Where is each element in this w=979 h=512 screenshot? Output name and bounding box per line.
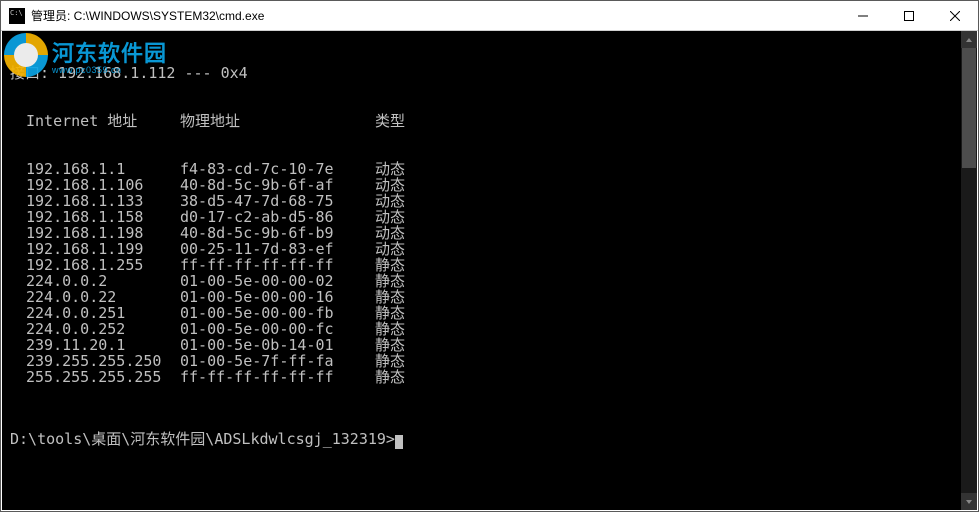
arp-type: 动态	[375, 241, 405, 257]
arp-row: 224.0.0.201-00-5e-00-00-02静态	[10, 273, 977, 289]
close-button[interactable]	[932, 1, 978, 30]
arp-mac: 38-d5-47-7d-68-75	[180, 193, 375, 209]
arp-row: 224.0.0.2201-00-5e-00-00-16静态	[10, 289, 977, 305]
terminal-output: 接口: 192.168.1.112 --- 0x4 Internet 地址物理地…	[2, 31, 977, 510]
arp-row: 239.11.20.101-00-5e-0b-14-01静态	[10, 337, 977, 353]
minimize-button[interactable]	[840, 1, 886, 30]
arp-ip: 224.0.0.252	[10, 321, 180, 337]
arp-mac: f4-83-cd-7c-10-7e	[180, 161, 375, 177]
scroll-down-button[interactable]	[961, 493, 977, 510]
arp-row: 192.168.1.158d0-17-c2-ab-d5-86动态	[10, 209, 977, 225]
arp-mac: 01-00-5e-00-00-16	[180, 289, 375, 305]
arp-rows: 192.168.1.1f4-83-cd-7c-10-7e动态192.168.1.…	[10, 161, 977, 385]
arp-type: 动态	[375, 161, 405, 177]
arp-mac: 01-00-5e-00-00-02	[180, 273, 375, 289]
window-controls	[840, 1, 978, 30]
arp-header-ip: Internet 地址	[10, 113, 180, 129]
arp-type: 静态	[375, 353, 405, 369]
arp-row: 192.168.1.19840-8d-5c-9b-6f-b9动态	[10, 225, 977, 241]
arp-ip: 192.168.1.106	[10, 177, 180, 193]
arp-ip: 192.168.1.133	[10, 193, 180, 209]
arp-mac: 01-00-5e-00-00-fc	[180, 321, 375, 337]
arp-type: 动态	[375, 193, 405, 209]
cmd-window: 管理员: C:\WINDOWS\SYSTEM32\cmd.exe 接口: 192…	[0, 0, 979, 512]
arp-mac: ff-ff-ff-ff-ff-ff	[180, 369, 375, 385]
titlebar[interactable]: 管理员: C:\WINDOWS\SYSTEM32\cmd.exe	[1, 1, 978, 31]
arp-row: 192.168.1.13338-d5-47-7d-68-75动态	[10, 193, 977, 209]
arp-header-row: Internet 地址物理地址类型	[10, 113, 977, 129]
maximize-button[interactable]	[886, 1, 932, 30]
scroll-up-button[interactable]	[961, 31, 977, 48]
arp-ip: 192.168.1.199	[10, 241, 180, 257]
arp-mac: 40-8d-5c-9b-6f-b9	[180, 225, 375, 241]
arp-header-type: 类型	[375, 113, 405, 129]
arp-row: 192.168.1.255ff-ff-ff-ff-ff-ff静态	[10, 257, 977, 273]
arp-type: 静态	[375, 321, 405, 337]
arp-ip: 255.255.255.255	[10, 369, 180, 385]
arp-type: 静态	[375, 337, 405, 353]
arp-ip: 224.0.0.22	[10, 289, 180, 305]
arp-ip: 224.0.0.251	[10, 305, 180, 321]
arp-ip: 224.0.0.2	[10, 273, 180, 289]
arp-ip: 192.168.1.198	[10, 225, 180, 241]
arp-mac: 01-00-5e-0b-14-01	[180, 337, 375, 353]
arp-ip: 239.255.255.250	[10, 353, 180, 369]
scroll-track[interactable]	[961, 48, 977, 493]
arp-ip: 239.11.20.1	[10, 337, 180, 353]
arp-mac: 01-00-5e-00-00-fb	[180, 305, 375, 321]
arp-type: 动态	[375, 209, 405, 225]
arp-mac: 01-00-5e-7f-ff-fa	[180, 353, 375, 369]
arp-type: 动态	[375, 177, 405, 193]
arp-row: 224.0.0.25201-00-5e-00-00-fc静态	[10, 321, 977, 337]
arp-ip: 192.168.1.255	[10, 257, 180, 273]
arp-type: 静态	[375, 289, 405, 305]
terminal-client-area[interactable]: 接口: 192.168.1.112 --- 0x4 Internet 地址物理地…	[2, 31, 977, 510]
arp-mac: ff-ff-ff-ff-ff-ff	[180, 257, 375, 273]
arp-mac: 00-25-11-7d-83-ef	[180, 241, 375, 257]
arp-mac: 40-8d-5c-9b-6f-af	[180, 177, 375, 193]
arp-ip: 192.168.1.1	[10, 161, 180, 177]
cmd-icon	[9, 8, 25, 24]
arp-ip: 192.168.1.158	[10, 209, 180, 225]
arp-row: 255.255.255.255ff-ff-ff-ff-ff-ff静态	[10, 369, 977, 385]
cursor-icon	[395, 435, 403, 449]
arp-type: 静态	[375, 305, 405, 321]
arp-type: 动态	[375, 225, 405, 241]
prompt-line: D:\tools\桌面\河东软件园\ADSLkdwlcsgj_132319>	[10, 431, 977, 448]
arp-row: 239.255.255.25001-00-5e-7f-ff-fa静态	[10, 353, 977, 369]
arp-type: 静态	[375, 273, 405, 289]
arp-header-mac: 物理地址	[180, 113, 375, 129]
vertical-scrollbar[interactable]	[961, 31, 977, 510]
arp-type: 静态	[375, 369, 405, 385]
arp-row: 224.0.0.25101-00-5e-00-00-fb静态	[10, 305, 977, 321]
arp-row: 192.168.1.19900-25-11-7d-83-ef动态	[10, 241, 977, 257]
scroll-thumb[interactable]	[962, 48, 976, 168]
arp-type: 静态	[375, 257, 405, 273]
arp-row: 192.168.1.10640-8d-5c-9b-6f-af动态	[10, 177, 977, 193]
prompt-text: D:\tools\桌面\河东软件园\ADSLkdwlcsgj_132319>	[10, 430, 395, 448]
interface-line: 接口: 192.168.1.112 --- 0x4	[10, 65, 977, 81]
arp-mac: d0-17-c2-ab-d5-86	[180, 209, 375, 225]
arp-row: 192.168.1.1f4-83-cd-7c-10-7e动态	[10, 161, 977, 177]
window-title: 管理员: C:\WINDOWS\SYSTEM32\cmd.exe	[31, 7, 840, 24]
